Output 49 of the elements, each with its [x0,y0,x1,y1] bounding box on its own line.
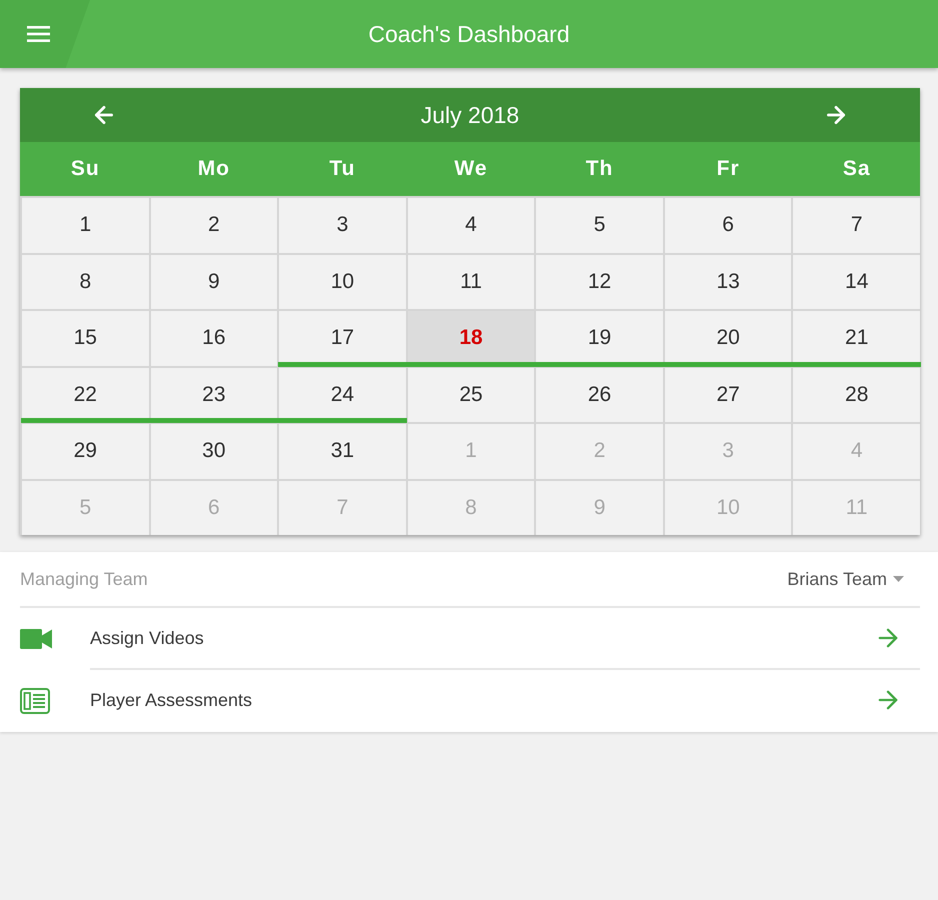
weekday-label: Sa [842,157,871,181]
calendar-day[interactable]: 27 [664,368,792,422]
calendar-day[interactable]: 10 [279,254,406,309]
calendar-day[interactable]: 7 [793,198,920,252]
calendar-day[interactable]: 24 [279,368,406,422]
calendar-day[interactable]: 13 [664,254,792,309]
menu-button[interactable] [0,0,90,68]
calendar-day[interactable]: 1 [22,198,149,252]
calendar-day[interactable]: 9 [150,254,278,309]
calendar-day[interactable]: 15 [22,311,149,366]
calendar-day[interactable]: 5 [536,198,663,252]
weekday-label: Th [586,157,614,181]
calendar-day[interactable]: 8 [22,254,149,309]
app-title: Coach's Dashboard [368,20,570,48]
calendar-day[interactable]: 16 [150,311,278,366]
calendar-day[interactable]: 23 [150,368,278,422]
calendar-day[interactable]: 19 [536,311,663,366]
document-icon [20,688,50,714]
calendar-day[interactable]: 6 [664,198,792,252]
calendar-day[interactable]: 20 [664,311,792,366]
calendar-day[interactable]: 4 [408,198,534,252]
team-label: Managing Team [20,568,148,590]
month-title: July 2018 [420,102,520,128]
menu-icon [27,26,50,42]
calendar-day[interactable]: 2 [150,198,278,252]
calendar-day[interactable]: 12 [536,254,663,309]
caret-down-icon [893,576,904,582]
calendar-day[interactable]: 31 [279,424,406,478]
team-dropdown[interactable]: Brians Team [781,562,920,596]
calendar-day[interactable]: 28 [793,368,920,422]
weekday-label: We [454,157,488,181]
calendar-day[interactable]: 21 [793,311,920,366]
weekday-label: Tu [329,157,356,181]
menu-item[interactable]: Player Assessments [20,670,920,732]
weekday-label: Mo [198,157,230,181]
video-camera-icon [20,629,52,649]
calendar-day[interactable]: 11 [408,254,534,309]
menu-item[interactable]: Assign Videos [20,608,920,670]
weekday-label: Fr [716,157,740,181]
calendar-day[interactable]: 26 [536,368,663,422]
calendar-day[interactable]: 30 [150,424,278,478]
calendar-day[interactable]: 14 [793,254,920,309]
calendar-day[interactable]: 18 [408,311,534,366]
calendar-day[interactable]: 22 [22,368,149,422]
weekday-label: Su [70,157,100,181]
calendar-day[interactable]: 29 [22,424,149,478]
calendar-day[interactable]: 3 [279,198,406,252]
calendar-day[interactable]: 17 [279,311,406,366]
calendar-day[interactable]: 25 [408,368,534,422]
